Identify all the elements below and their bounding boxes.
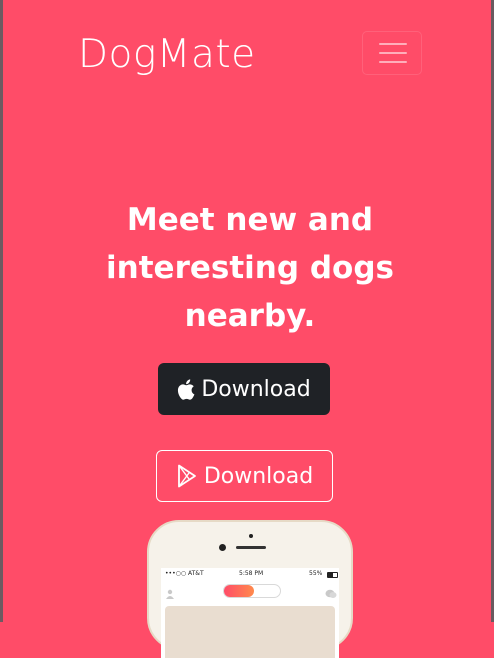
- dog-profile-card: [165, 606, 335, 658]
- navbar-toggle-button[interactable]: [362, 31, 422, 75]
- time-text: 5:58 PM: [239, 570, 264, 577]
- window-left-edge: [0, 0, 3, 622]
- google-play-icon: [176, 464, 198, 488]
- phone-mockup: •••○○ AT&T 5:58 PM 55%: [147, 520, 353, 658]
- apple-download-label: Download: [201, 376, 311, 402]
- phone-speaker: [236, 546, 266, 549]
- app-tab-active: [224, 585, 254, 597]
- phone-sensor: [249, 534, 253, 538]
- app-store-download-button[interactable]: Download: [158, 363, 330, 415]
- carrier-text: •••○○ AT&T: [165, 570, 204, 577]
- battery-icon: [327, 572, 338, 578]
- profile-icon: [165, 584, 175, 599]
- brand-logo[interactable]: DogMate: [78, 30, 256, 80]
- app-tab-switcher: [223, 584, 281, 598]
- google-play-download-button[interactable]: Download: [156, 450, 333, 502]
- phone-camera: [219, 544, 226, 551]
- phone-status-bar: •••○○ AT&T 5:58 PM 55%: [161, 570, 339, 580]
- apple-icon: [177, 378, 195, 400]
- phone-screen: •••○○ AT&T 5:58 PM 55%: [161, 568, 339, 658]
- battery-text: 55%: [309, 570, 323, 577]
- play-download-label: Download: [203, 463, 314, 489]
- hero-headline: Meet new and interesting dogs nearby.: [106, 202, 394, 334]
- chat-icon: [325, 584, 337, 598]
